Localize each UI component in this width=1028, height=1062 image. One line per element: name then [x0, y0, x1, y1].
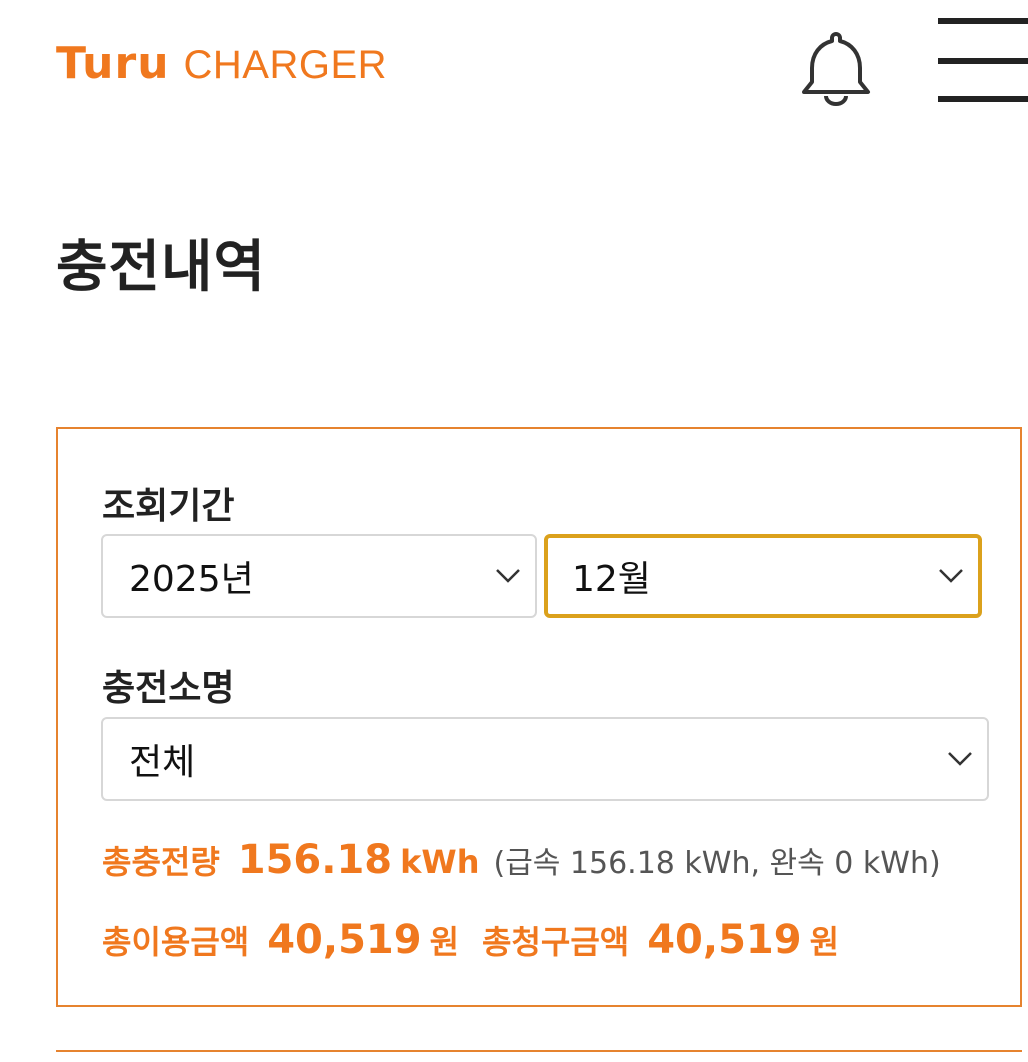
total-usage-summary: 총이용금액 40,519 원 — [102, 917, 459, 963]
total-billed-value: 40,519 — [647, 917, 802, 963]
menu-bar-bottom — [938, 96, 1028, 102]
year-select[interactable]: 2025년 — [101, 534, 537, 618]
total-charge-label: 총충전량 — [102, 843, 220, 881]
bell-icon[interactable] — [796, 26, 876, 106]
total-charge-value: 156.18 — [237, 837, 393, 883]
total-usage-unit: 원 — [429, 923, 460, 961]
station-select-value: 전체 — [129, 742, 196, 783]
total-charge-unit: kWh — [400, 843, 480, 881]
total-billed-summary: 총청구금액 40,519 원 — [482, 917, 839, 963]
total-usage-label: 총이용금액 — [102, 923, 250, 961]
chevron-down-icon — [939, 569, 963, 583]
station-label: 충전소명 — [102, 668, 235, 709]
year-select-value: 2025년 — [129, 559, 254, 600]
page-title: 충전내역 — [56, 235, 267, 300]
logo-brand-text: Turu — [56, 38, 170, 89]
turu-charger-logo[interactable]: Turu CHARGER — [56, 38, 388, 89]
section-divider — [56, 1050, 1022, 1052]
total-charge-summary: 총충전량 156.18 kWh (급속 156.18 kWh, 완속 0 kWh… — [102, 837, 941, 883]
hamburger-menu-icon[interactable] — [938, 18, 1028, 106]
chevron-down-icon — [948, 752, 972, 766]
chevron-down-icon — [496, 569, 520, 583]
menu-bar-middle — [938, 58, 1028, 64]
month-select[interactable]: 12월 — [544, 534, 982, 618]
period-label: 조회기간 — [102, 486, 235, 527]
station-select[interactable]: 전체 — [101, 717, 989, 801]
total-billed-unit: 원 — [809, 923, 840, 961]
month-select-value: 12월 — [572, 559, 651, 600]
logo-sub-text: CHARGER — [183, 43, 388, 87]
menu-bar-top — [938, 18, 1028, 24]
filter-panel: 조회기간 2025년 12월 충전소명 전체 총충전량 156.18 kWh (… — [56, 427, 1022, 1007]
app-header: Turu CHARGER — [0, 0, 1028, 130]
total-charge-detail: (급속 156.18 kWh, 완속 0 kWh) — [493, 846, 941, 881]
total-usage-value: 40,519 — [267, 917, 422, 963]
total-billed-label: 총청구금액 — [482, 923, 630, 961]
